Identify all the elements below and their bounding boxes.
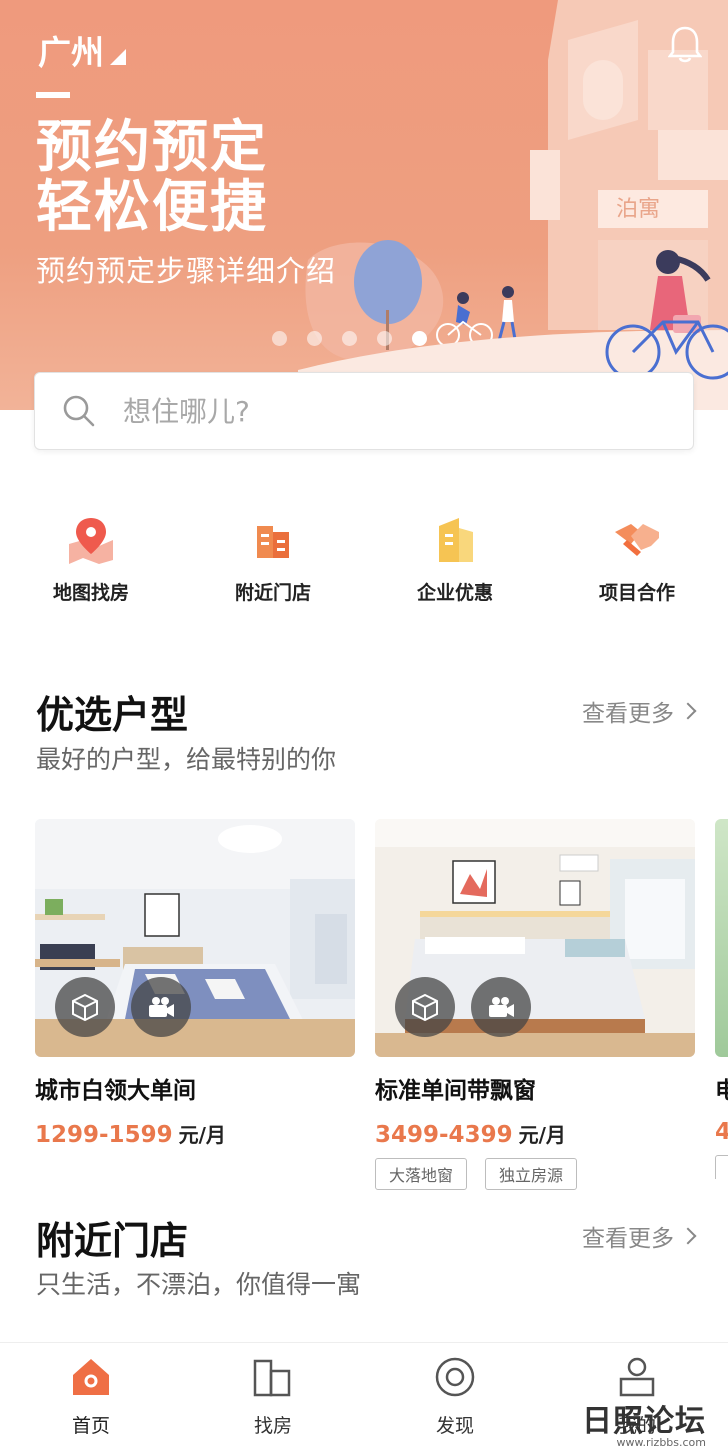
- room-price-unit: 元/月: [518, 1123, 566, 1147]
- watermark-text: 日照论坛: [582, 1404, 706, 1439]
- store-icon: [257, 526, 289, 558]
- more-link-label: 查看更多: [582, 701, 674, 727]
- vr-view-button[interactable]: [395, 977, 455, 1037]
- tab-home[interactable]: 首页: [0, 1343, 182, 1450]
- tab-discover[interactable]: 发现: [364, 1343, 546, 1450]
- banner-title-line1: 预约预定: [36, 115, 268, 180]
- chevron-right-icon: [679, 1227, 697, 1245]
- room-price-partial: 4: [715, 1119, 728, 1145]
- vr-view-button[interactable]: [55, 977, 115, 1037]
- carousel-dot-active[interactable]: [412, 331, 427, 346]
- tab-label: 找房: [253, 1415, 292, 1437]
- quick-nav-label: 项目合作: [598, 582, 675, 604]
- room-tags: 大落地窗 独立房源: [375, 1158, 695, 1190]
- profile-icon: [619, 1357, 655, 1397]
- home-icon: [73, 1359, 109, 1395]
- carousel-dots[interactable]: [272, 331, 427, 346]
- room-name: 标准单间带飘窗: [375, 1078, 536, 1104]
- featured-more-link[interactable]: 查看更多: [582, 694, 697, 728]
- featured-section-subtitle: 最好的户型，给最特别的你: [36, 745, 337, 774]
- carousel-dot[interactable]: [307, 331, 322, 346]
- city-selector[interactable]: 广州: [38, 26, 126, 74]
- nearby-section-subtitle: 只生活，不漂泊，你值得一寓: [36, 1270, 362, 1299]
- room-price-unit: 元/月: [178, 1123, 226, 1147]
- tab-label: 首页: [71, 1415, 110, 1437]
- quick-nav-cooperation[interactable]: 项目合作: [546, 514, 728, 605]
- chevron-right-icon: [679, 702, 697, 720]
- nearby-section-title: 附近门店: [36, 1219, 189, 1263]
- tab-label: 发现: [435, 1415, 474, 1437]
- search-input[interactable]: [123, 394, 643, 428]
- search-bar[interactable]: [34, 372, 694, 450]
- city-dropdown-icon: [110, 49, 126, 65]
- hero-banner[interactable]: 泊寓 广州 预约预定 轻松便捷 预约预定步骤详细介绍: [0, 0, 728, 410]
- room-name-partial: 电: [715, 1078, 728, 1104]
- quick-nav-label: 企业优惠: [416, 582, 493, 604]
- search-icon: [63, 395, 95, 427]
- video-button[interactable]: [131, 977, 191, 1037]
- room-price: 1299-1599 元/月: [35, 1119, 355, 1148]
- video-camera-icon: [489, 997, 514, 1017]
- nearby-more-link[interactable]: 查看更多: [582, 1219, 697, 1253]
- banner-title-dash: [36, 92, 70, 98]
- find-house-icon: [253, 1359, 291, 1397]
- quick-nav-label: 附近门店: [234, 582, 311, 604]
- featured-section-title: 优选户型: [36, 693, 189, 737]
- room-price-value: 1299-1599: [35, 1122, 173, 1148]
- bell-icon[interactable]: [668, 24, 702, 64]
- discover-icon: [435, 1357, 475, 1397]
- room-card-partial[interactable]: 电 4: [715, 819, 728, 1179]
- banner-sign-text: 泊寓: [616, 197, 660, 222]
- room-photo[interactable]: [375, 819, 695, 1057]
- quick-nav-nearby-stores[interactable]: 附近门店: [182, 514, 364, 605]
- carousel-dot[interactable]: [342, 331, 357, 346]
- room-tag: 独立房源: [485, 1158, 578, 1190]
- quick-nav-enterprise-discount[interactable]: 企业优惠: [364, 514, 546, 605]
- tab-find-house[interactable]: 找房: [182, 1343, 364, 1450]
- room-card[interactable]: 标准单间带飘窗 3499-4399 元/月 大落地窗 独立房源: [375, 819, 695, 1190]
- quick-nav-map-search[interactable]: 地图找房: [0, 514, 182, 605]
- room-tag-partial: [715, 1155, 728, 1179]
- video-camera-icon: [149, 997, 174, 1017]
- room-tag: 大落地窗: [375, 1158, 468, 1190]
- more-link-label: 查看更多: [582, 1226, 674, 1252]
- handshake-icon: [615, 524, 659, 556]
- banner-title: 预约预定 轻松便捷: [36, 118, 268, 238]
- room-price-value: 3499-4399: [375, 1122, 513, 1148]
- map-pin-icon: [69, 518, 113, 564]
- room-name: 城市白领大单间: [35, 1078, 196, 1104]
- quick-nav-label: 地图找房: [52, 582, 129, 604]
- cube-icon: [72, 993, 98, 1022]
- room-card[interactable]: 城市白领大单间 1299-1599 元/月: [35, 819, 355, 1148]
- quick-nav: 地图找房 附近门店 企业优惠 项目合作: [0, 514, 728, 605]
- video-button[interactable]: [471, 977, 531, 1037]
- banner-illustration: 泊寓: [298, 0, 728, 410]
- city-label: 广州: [38, 33, 104, 72]
- carousel-dot[interactable]: [377, 331, 392, 346]
- carousel-dot[interactable]: [272, 331, 287, 346]
- banner-title-line2: 轻松便捷: [36, 175, 268, 240]
- room-price: 3499-4399 元/月: [375, 1119, 695, 1148]
- room-photo-partial: [715, 819, 728, 1057]
- enterprise-building-icon: [439, 518, 473, 562]
- banner-subtitle: 预约预定步骤详细介绍: [36, 254, 337, 288]
- watermark: 日照论坛 www.rizbbs.com: [582, 1396, 706, 1449]
- room-photo[interactable]: [35, 819, 355, 1057]
- cube-icon: [412, 993, 438, 1022]
